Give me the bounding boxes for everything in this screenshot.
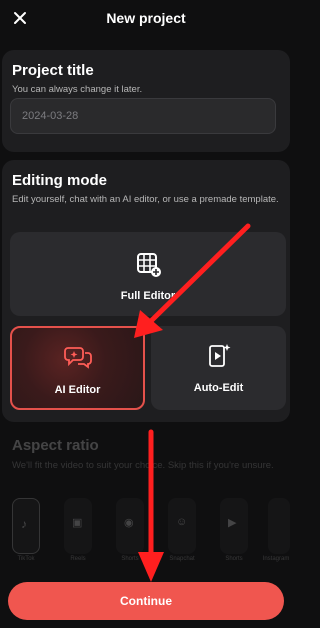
project-title-heading: Project title	[12, 62, 94, 79]
shorts-alt-icon: ▶	[228, 517, 237, 529]
aspect-label-tiktok: TikTok	[17, 556, 35, 562]
page-title: New project	[106, 10, 186, 26]
aspect-label-reels: Reels	[70, 556, 86, 562]
aspect-label-instagram: Instagram	[262, 556, 290, 562]
full-editor-label: Full Editor	[120, 290, 176, 302]
auto-edit-icon	[209, 344, 231, 367]
snapchat-icon: ☺	[176, 516, 188, 528]
continue-button[interactable]: Continue	[8, 582, 284, 620]
aspect-option-shorts-2[interactable]: ▶	[220, 498, 248, 554]
aspect-label-shorts-2: Shorts	[225, 556, 243, 562]
aspect-option-tiktok[interactable]: ♪	[12, 498, 40, 554]
full-editor-option[interactable]: Full Editor	[10, 232, 286, 316]
project-title-input[interactable]: 2024-03-28	[10, 98, 276, 134]
aspect-option-instagram[interactable]	[268, 498, 290, 554]
auto-edit-option[interactable]: Auto-Edit	[151, 326, 286, 410]
tiktok-icon: ♪	[21, 517, 27, 531]
aspect-label-snapchat: Snapchat	[169, 556, 195, 562]
auto-edit-label: Auto-Edit	[193, 382, 244, 394]
aspect-option-snapchat[interactable]: ☺	[168, 498, 196, 554]
shorts-icon: ◉	[124, 517, 134, 529]
aspect-option-shorts[interactable]: ◉	[116, 498, 144, 554]
ai-editor-label: AI Editor	[54, 384, 101, 396]
editing-mode-subtitle: Edit yourself, chat with an AI editor, o…	[12, 194, 279, 205]
aspect-label-shorts: Shorts	[121, 556, 139, 562]
ai-chat-icon	[64, 347, 92, 369]
ai-editor-option[interactable]: AI Editor	[10, 326, 145, 410]
aspect-ratio-subtitle: We'll fit the video to suit your choice.…	[12, 460, 274, 471]
reels-icon: ▣	[72, 517, 83, 529]
aspect-option-reels[interactable]: ▣	[64, 498, 92, 554]
project-title-subtitle: You can always change it later.	[12, 84, 143, 95]
aspect-ratio-heading: Aspect ratio	[12, 437, 99, 454]
full-editor-icon	[137, 253, 161, 277]
editing-mode-heading: Editing mode	[12, 172, 107, 189]
top-bar: New project	[0, 0, 292, 40]
